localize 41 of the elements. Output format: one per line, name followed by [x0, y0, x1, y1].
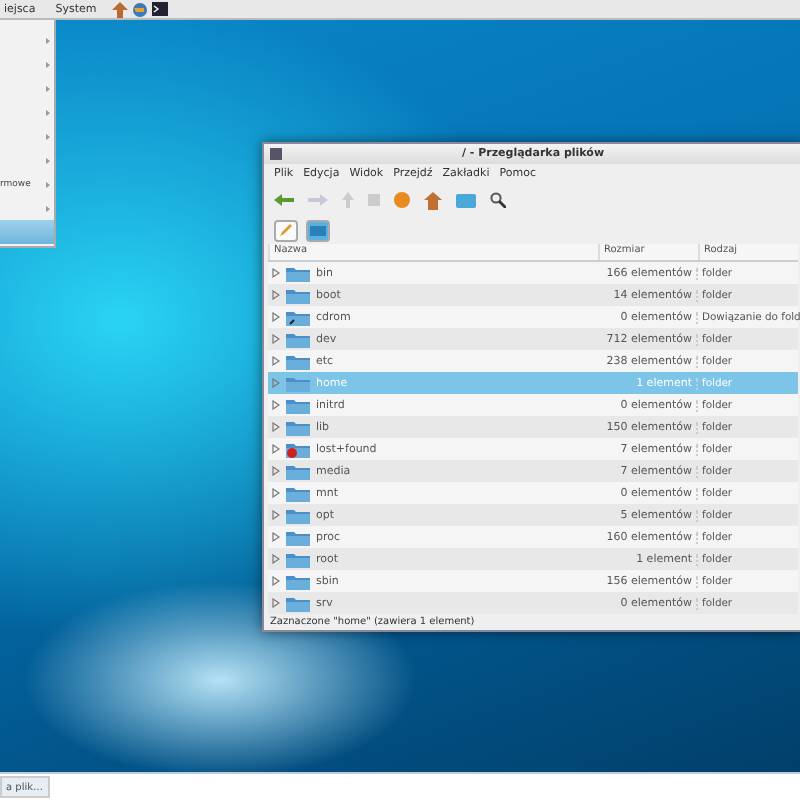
back-arrow-icon[interactable] [274, 194, 294, 206]
folder-icon [286, 529, 310, 545]
expander-icon[interactable] [272, 268, 280, 278]
expander-icon[interactable] [272, 444, 280, 454]
expander-icon[interactable] [272, 356, 280, 366]
edit-location-button[interactable] [274, 219, 298, 241]
expander-icon[interactable] [272, 554, 280, 564]
home-icon[interactable] [424, 191, 442, 209]
folder-icon [286, 265, 310, 281]
pencil-icon [280, 224, 292, 236]
folder-icon [286, 463, 310, 479]
terminal-icon[interactable] [152, 2, 169, 16]
folder-icon [286, 419, 310, 435]
folder-icon [286, 551, 310, 567]
folder-icon [286, 485, 310, 501]
folder-icon [286, 595, 310, 611]
expander-icon[interactable] [272, 598, 280, 608]
expander-icon[interactable] [272, 488, 280, 498]
expander-icon[interactable] [272, 510, 280, 520]
linked-folder-icon [286, 309, 310, 325]
folder-icon [286, 353, 310, 369]
expander-icon[interactable] [272, 532, 280, 542]
expander-icon[interactable] [272, 576, 280, 586]
folder-icon [286, 573, 310, 589]
folder-icon [286, 375, 310, 391]
window-icon [270, 148, 282, 160]
folder-icon [286, 331, 310, 347]
expander-icon[interactable] [272, 312, 280, 322]
folder-icon [286, 507, 310, 523]
folder-icon [286, 287, 310, 303]
expander-icon[interactable] [272, 466, 280, 476]
locked-folder-icon [286, 441, 310, 457]
path-bar-button[interactable] [306, 219, 330, 241]
expander-icon[interactable] [272, 290, 280, 300]
expander-icon[interactable] [272, 422, 280, 432]
folder-icon [286, 397, 310, 413]
up-arrow-icon[interactable] [112, 1, 129, 17]
expander-icon[interactable] [272, 378, 280, 388]
expander-icon[interactable] [272, 400, 280, 410]
expander-icon[interactable] [272, 334, 280, 344]
search-icon[interactable] [490, 192, 506, 208]
